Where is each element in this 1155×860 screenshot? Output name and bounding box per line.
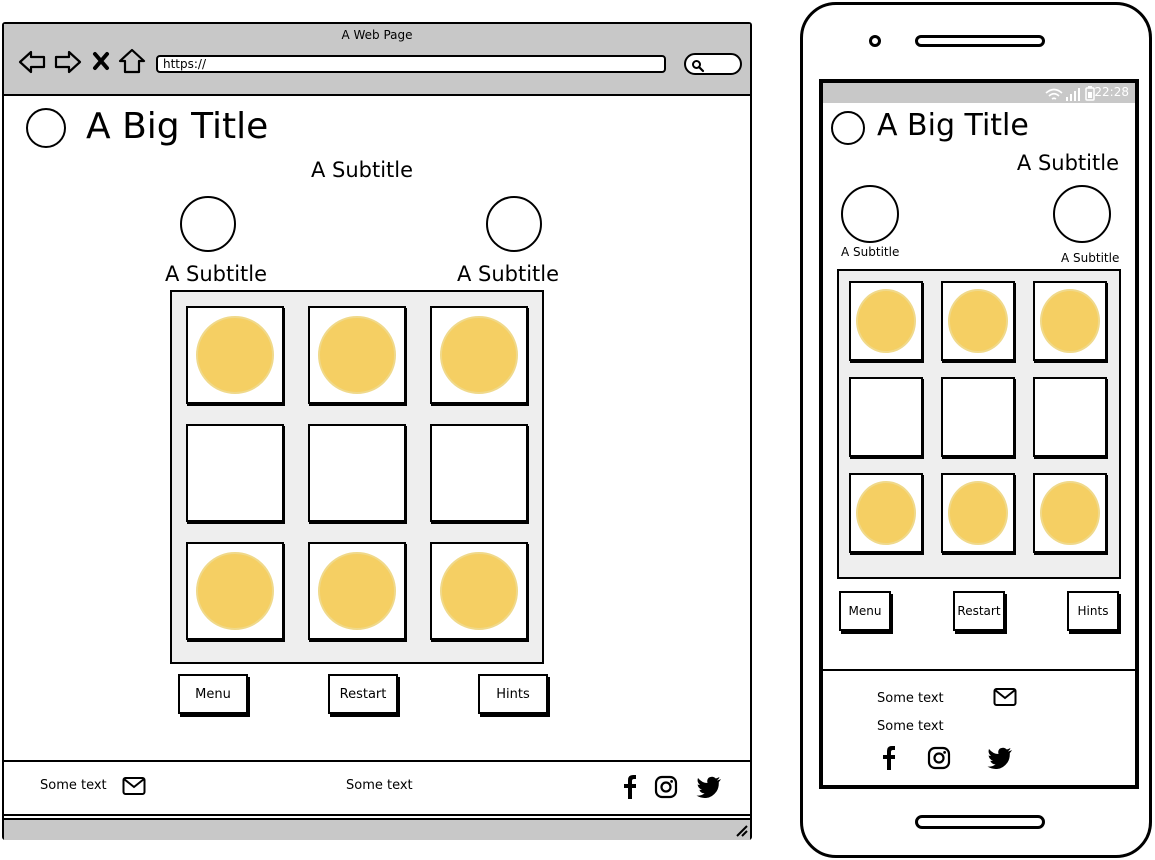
game-token <box>948 481 1008 545</box>
board-cell-r2-c1[interactable] <box>849 377 923 457</box>
forward-arrow-icon[interactable] <box>54 50 82 74</box>
twitter-icon[interactable] <box>987 747 1013 773</box>
board-cell-r2-c2[interactable] <box>308 424 406 522</box>
home-icon[interactable] <box>118 48 146 74</box>
board-cell-r1-c2[interactable] <box>941 281 1015 361</box>
game-token <box>440 316 518 394</box>
game-token <box>318 552 396 630</box>
game-token <box>196 552 274 630</box>
facebook-icon[interactable] <box>622 774 638 804</box>
search-field[interactable] <box>684 53 742 75</box>
player-one-subtitle: A Subtitle <box>164 262 268 286</box>
board-cell-r3-c3[interactable] <box>1033 473 1107 553</box>
resize-grip-icon[interactable] <box>734 822 748 841</box>
page-footer: Some text Some text <box>823 669 1135 785</box>
board-cell-r1-c1[interactable] <box>849 281 923 361</box>
menu-button[interactable]: Menu <box>839 591 891 631</box>
player-one-avatar <box>180 196 236 252</box>
back-arrow-icon[interactable] <box>18 50 46 74</box>
board-cell-r1-c3[interactable] <box>1033 281 1107 361</box>
restart-button[interactable]: Restart <box>953 591 1005 631</box>
page-footer: Some text Some text <box>4 760 750 816</box>
board-cell-r3-c2[interactable] <box>941 473 1015 553</box>
browser-window: A Web Page https:// A Big Title A Subtit… <box>2 22 752 840</box>
footer-text-2: Some text <box>877 719 944 734</box>
restart-button[interactable]: Restart <box>328 674 398 714</box>
player-two-subtitle: A Subtitle <box>1061 251 1120 265</box>
board-cell-r3-c2[interactable] <box>308 542 406 640</box>
game-token <box>856 289 916 353</box>
page-subtitle: A Subtitle <box>1016 151 1119 175</box>
url-bar[interactable]: https:// <box>156 55 666 73</box>
player-one-avatar <box>841 185 899 243</box>
mail-icon[interactable] <box>993 687 1017 711</box>
footer-text: Some text <box>877 691 944 706</box>
logo-circle <box>26 108 66 148</box>
phone-screen: 22:28 A Big Title A Subtitle A Subtitle … <box>819 79 1139 789</box>
game-token <box>856 481 916 545</box>
board-cell-r2-c3[interactable] <box>1033 377 1107 457</box>
window-title: A Web Page <box>341 28 413 42</box>
page-title: A Big Title <box>86 106 269 147</box>
menu-button[interactable]: Menu <box>178 674 248 714</box>
footer-text-center: Some text <box>346 778 413 793</box>
game-token <box>318 316 396 394</box>
game-token <box>196 316 274 394</box>
mail-icon[interactable] <box>122 776 146 800</box>
board-cell-r3-c1[interactable] <box>186 542 284 640</box>
logo-circle <box>831 111 865 145</box>
hints-button[interactable]: Hints <box>478 674 548 714</box>
game-token <box>1040 289 1100 353</box>
close-icon[interactable] <box>92 51 110 71</box>
board-cell-r1-c2[interactable] <box>308 306 406 404</box>
player-two-subtitle: A Subtitle <box>456 262 560 286</box>
speaker-slot <box>915 35 1045 47</box>
page-title: A Big Title <box>877 108 1029 143</box>
home-button[interactable] <box>915 815 1045 829</box>
player-two-avatar <box>486 196 542 252</box>
status-time: 22:28 <box>1094 85 1129 99</box>
board-cell-r1-c1[interactable] <box>186 306 284 404</box>
player-two-avatar <box>1053 185 1111 243</box>
status-strip <box>4 818 750 840</box>
board-cell-r2-c1[interactable] <box>186 424 284 522</box>
browser-chrome: A Web Page https:// <box>4 24 750 96</box>
facebook-icon[interactable] <box>881 745 897 775</box>
search-icon <box>691 58 705 77</box>
board-cell-r2-c2[interactable] <box>941 377 1015 457</box>
board-cell-r3-c3[interactable] <box>430 542 528 640</box>
hints-button[interactable]: Hints <box>1067 591 1119 631</box>
board-buttons: Menu Restart Hints <box>178 674 554 716</box>
signal-icon <box>1065 87 1081 106</box>
board-cell-r1-c3[interactable] <box>430 306 528 404</box>
instagram-icon[interactable] <box>654 775 678 803</box>
board-cell-r2-c3[interactable] <box>430 424 528 522</box>
twitter-icon[interactable] <box>696 776 722 802</box>
page-subtitle: A Subtitle <box>310 158 414 182</box>
footer-text: Some text <box>40 778 107 793</box>
player-one-subtitle: A Subtitle <box>841 245 900 259</box>
instagram-icon[interactable] <box>927 746 951 774</box>
status-bar: 22:28 <box>823 83 1135 103</box>
camera-icon <box>869 35 881 47</box>
game-token <box>1040 481 1100 545</box>
game-token <box>440 552 518 630</box>
game-board <box>837 269 1121 579</box>
board-cell-r3-c1[interactable] <box>849 473 923 553</box>
wifi-icon <box>1045 87 1063 106</box>
game-token <box>948 289 1008 353</box>
game-board <box>170 290 544 664</box>
phone-frame: 22:28 A Big Title A Subtitle A Subtitle … <box>800 2 1152 858</box>
